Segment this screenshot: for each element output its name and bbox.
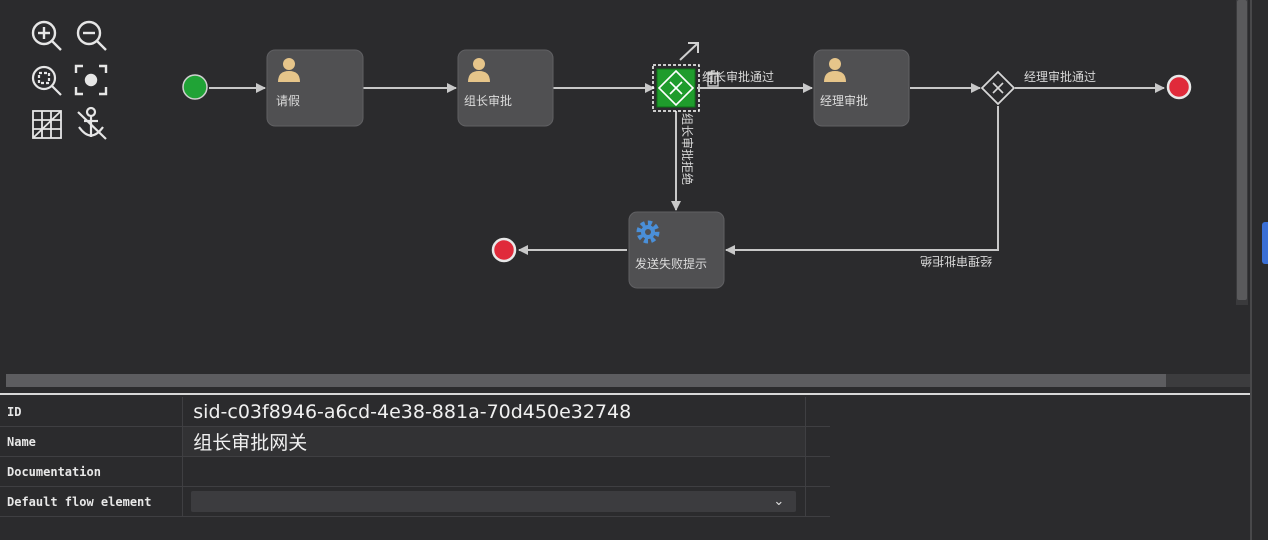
property-row-documentation: Documentation	[0, 456, 830, 487]
property-label: Default flow element	[0, 486, 184, 517]
property-label: ID	[0, 397, 184, 427]
horizontal-scrollbar-thumb[interactable]	[6, 374, 1166, 387]
gear-icon	[636, 220, 660, 244]
task-label: 发送失败提示	[635, 256, 707, 271]
task-manager-approval[interactable]: 经理审批	[813, 49, 910, 127]
property-label: Documentation	[0, 456, 184, 487]
property-label: Name	[0, 426, 184, 457]
flow-label-manager-reject: 经理审批拒绝	[920, 254, 992, 269]
name-value[interactable]: 组长审批网关	[182, 426, 807, 457]
zoom-in-icon[interactable]	[31, 20, 62, 51]
task-label: 组长审批	[464, 93, 512, 108]
grid-icon[interactable]	[32, 110, 62, 139]
task-leave-request[interactable]: 请假	[266, 49, 364, 127]
gateway-manager[interactable]	[980, 70, 1016, 106]
zoom-fit-icon[interactable]	[74, 64, 108, 96]
property-row-default-flow: Default flow element ⌄	[0, 486, 830, 517]
property-row-id: ID sid-c03f8946-a6cd-4e38-881a-70d450e32…	[0, 397, 830, 427]
connect-arrow-icon[interactable]	[679, 42, 699, 61]
side-panel-tab[interactable]	[1262, 222, 1268, 264]
horizontal-scrollbar-track[interactable]	[1166, 374, 1250, 387]
flow-gateway2-to-failure[interactable]	[725, 106, 999, 255]
flow-label-team-lead-pass: 组长审批通过	[702, 69, 774, 84]
end-event-failure[interactable]	[491, 237, 517, 263]
default-flow-select[interactable]: ⌄	[191, 491, 797, 512]
end-event[interactable]	[1166, 74, 1192, 100]
chevron-down-icon[interactable]: ⌄	[773, 494, 784, 509]
property-row-name: Name 组长审批网关	[0, 426, 830, 457]
zoom-actual-icon[interactable]	[31, 65, 62, 96]
zoom-out-icon[interactable]	[76, 20, 107, 51]
anchor-icon[interactable]	[77, 106, 107, 140]
properties-panel: ID sid-c03f8946-a6cd-4e38-881a-70d450e32…	[0, 397, 830, 517]
flow-label-manager-pass: 经理审批通过	[1024, 69, 1096, 84]
panel-footer	[0, 517, 1250, 540]
id-value[interactable]: sid-c03f8946-a6cd-4e38-881a-70d450e32748	[182, 397, 807, 427]
task-team-lead-approval[interactable]: 组长审批	[457, 49, 554, 127]
flow-label-team-lead-reject: 组长审批拒绝	[680, 113, 695, 185]
task-send-failure[interactable]: 发送失败提示	[628, 211, 725, 289]
panel-edge	[1250, 0, 1252, 540]
task-label: 请假	[276, 94, 300, 108]
bpmn-diagram[interactable]: 请假 组长审批 经理审批 发送失败提示 组长审批通过 经理审批通过 组长审批拒绝…	[0, 0, 1236, 372]
documentation-value[interactable]	[182, 456, 807, 487]
diagram-canvas[interactable]: 请假 组长审批 经理审批 发送失败提示 组长审批通过 经理审批通过 组长审批拒绝…	[0, 0, 1268, 395]
start-event[interactable]	[182, 74, 208, 100]
gateway-team-lead-selected[interactable]	[652, 64, 700, 112]
panel-divider[interactable]	[0, 393, 1252, 395]
task-label: 经理审批	[820, 93, 868, 108]
vertical-scrollbar-thumb[interactable]	[1237, 0, 1247, 300]
